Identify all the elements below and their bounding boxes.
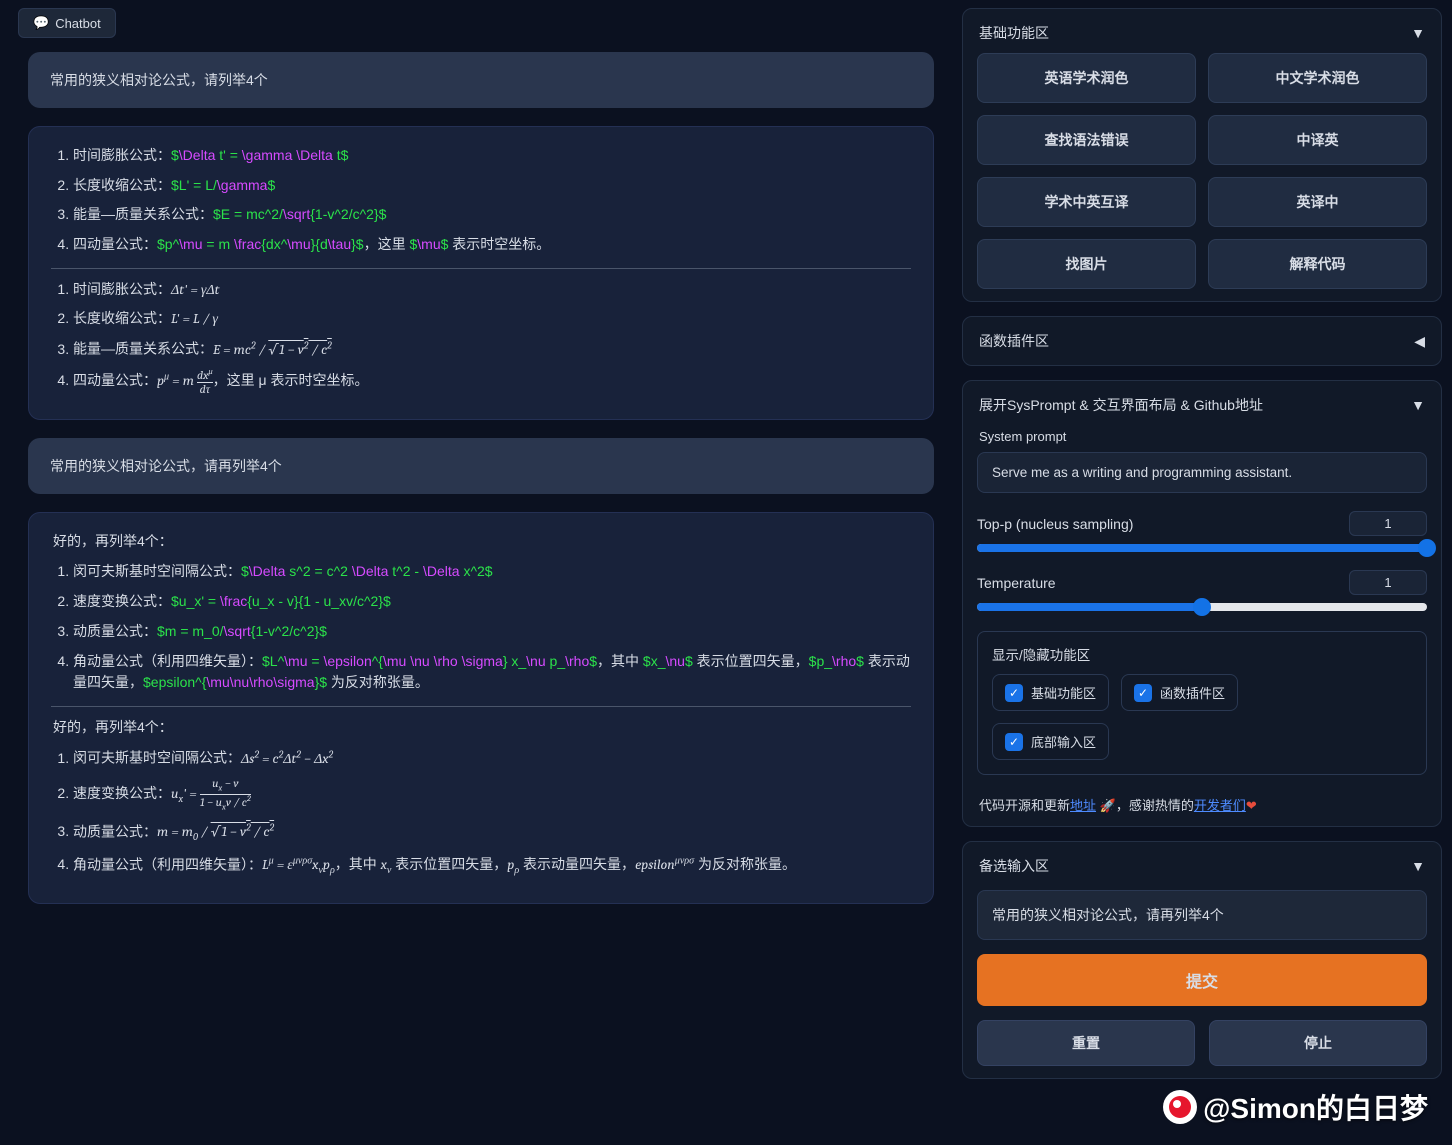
weibo-icon	[1163, 1090, 1197, 1124]
chevron-left-icon: ◀	[1414, 333, 1425, 350]
fn-en-polish[interactable]: 英语学术润色	[977, 53, 1196, 103]
watermark: @Simon的白日梦	[1163, 1087, 1428, 1127]
stop-button[interactable]: 停止	[1209, 1020, 1427, 1066]
panel-title: 函数插件区	[979, 331, 1049, 351]
topp-value[interactable]: 1	[1349, 511, 1427, 536]
fn-en-zh[interactable]: 英译中	[1208, 177, 1427, 227]
submit-button[interactable]: 提交	[977, 954, 1427, 1006]
tab-chatbot[interactable]: 💬 Chatbot	[18, 8, 116, 38]
chevron-down-icon[interactable]: ▼	[1411, 858, 1425, 874]
chevron-down-icon[interactable]: ▼	[1411, 397, 1425, 413]
topp-slider[interactable]	[977, 544, 1427, 552]
user-message: 常用的狭义相对论公式，请再列举4个	[28, 438, 934, 494]
chat-area: 常用的狭义相对论公式，请列举4个 时间膨胀公式：$\Delta t' = \ga…	[10, 42, 952, 1145]
panel-alt-input: 备选输入区 ▼ 常用的狭义相对论公式，请再列举4个 提交 重置 停止	[962, 841, 1442, 1079]
panel-basic: 基础功能区 ▼ 英语学术润色 中文学术润色 查找语法错误 中译英 学术中英互译 …	[962, 8, 1442, 302]
toggle-input[interactable]: ✓底部输入区	[992, 723, 1109, 760]
chevron-down-icon[interactable]: ▼	[1411, 25, 1425, 41]
chat-icon: 💬	[33, 15, 49, 31]
fn-explain[interactable]: 解释代码	[1208, 239, 1427, 289]
reset-button[interactable]: 重置	[977, 1020, 1195, 1066]
toggle-plugin[interactable]: ✓函数插件区	[1121, 674, 1238, 711]
assistant-message: 好的，再列举4个： 闵可夫斯基时空间隔公式：$\Delta s^2 = c^2 …	[28, 512, 934, 903]
toggle-title: 显示/隐藏功能区	[992, 644, 1412, 674]
check-icon: ✓	[1005, 733, 1023, 751]
temp-slider[interactable]	[977, 603, 1427, 611]
sys-prompt-input[interactable]: Serve me as a writing and programming as…	[977, 452, 1427, 493]
alt-input-field[interactable]: 常用的狭义相对论公式，请再列举4个	[977, 890, 1427, 940]
topp-label: Top-p (nucleus sampling)	[977, 516, 1133, 532]
fn-academic[interactable]: 学术中英互译	[977, 177, 1196, 227]
check-icon: ✓	[1134, 684, 1152, 702]
devs-link[interactable]: 开发者们	[1194, 798, 1246, 813]
panel-title: 基础功能区	[979, 23, 1049, 43]
assistant-message: 时间膨胀公式：$\Delta t' = \gamma \Delta t$ 长度收…	[28, 126, 934, 420]
footer-note: 代码开源和更新地址 🚀，感谢热情的开发者们❤	[977, 791, 1427, 814]
tab-label: Chatbot	[55, 16, 101, 31]
panel-advanced: 展开SysPrompt & 交互界面布局 & Github地址 ▼ System…	[962, 380, 1442, 827]
user-message: 常用的狭义相对论公式，请列举4个	[28, 52, 934, 108]
fn-zh-polish[interactable]: 中文学术润色	[1208, 53, 1427, 103]
fn-find-img[interactable]: 找图片	[977, 239, 1196, 289]
temp-value[interactable]: 1	[1349, 570, 1427, 595]
check-icon: ✓	[1005, 684, 1023, 702]
fn-zh-en[interactable]: 中译英	[1208, 115, 1427, 165]
panel-plugins[interactable]: 函数插件区 ◀	[962, 316, 1442, 366]
temp-label: Temperature	[977, 575, 1056, 591]
fn-grammar[interactable]: 查找语法错误	[977, 115, 1196, 165]
sys-prompt-label: System prompt	[977, 425, 1427, 452]
repo-link[interactable]: 地址	[1070, 798, 1096, 813]
panel-title: 展开SysPrompt & 交互界面布局 & Github地址	[979, 395, 1263, 415]
heart-icon: ❤	[1246, 798, 1257, 813]
toggle-basic[interactable]: ✓基础功能区	[992, 674, 1109, 711]
panel-title: 备选输入区	[979, 856, 1049, 876]
